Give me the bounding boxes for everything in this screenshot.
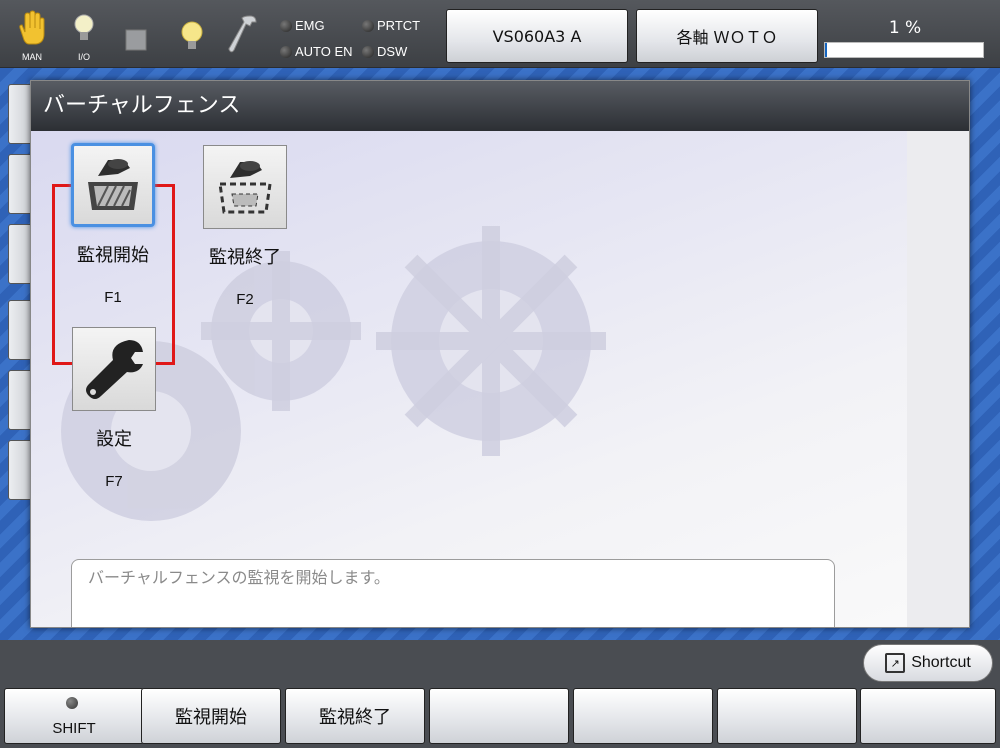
f6-key[interactable]: [860, 688, 996, 744]
shift-label: SHIFT: [52, 720, 96, 737]
start-monitoring-tile[interactable]: [71, 143, 155, 227]
auto-en-indicator: AUTO EN: [280, 44, 353, 59]
prtct-led-icon: [362, 19, 374, 32]
start-monitoring-key: F1: [104, 289, 122, 306]
settings-label: 設定: [96, 429, 132, 450]
shift-led-icon: [66, 697, 78, 709]
lightbulb-icon: [74, 14, 94, 40]
io-indicator[interactable]: I/O: [64, 10, 104, 62]
emg-led-icon: [280, 19, 292, 32]
stop-monitoring-label: 監視終了: [209, 247, 281, 268]
stop-monitoring-key: F2: [236, 291, 254, 308]
robot-fence-start-icon: [88, 159, 138, 210]
lightbulb-on-icon: [181, 21, 203, 49]
io-label: I/O: [77, 52, 90, 62]
auto-en-led-icon: [280, 45, 292, 58]
robot-model-button[interactable]: VS060A3 A: [446, 9, 628, 63]
status-bar: MAN I/O EMG PRTCT AUTO EN DSW VS060A3 A …: [0, 0, 1000, 68]
function-key-bar: ↗ Shortcut SHIFT 監視開始 監視終了: [0, 640, 1000, 748]
start-monitoring-label: 監視開始: [77, 245, 149, 266]
dialog-body: 監視開始 F1 監視終了 F2 設定 F7 バーチャルフェンスの監視を開始します…: [31, 131, 969, 627]
settings-button[interactable]: 設定 F7: [59, 327, 169, 490]
settings-tile[interactable]: [72, 327, 156, 411]
shortcut-arrow-icon: ↗: [885, 653, 906, 673]
speed-bar-fill: [825, 43, 827, 57]
f1-key[interactable]: 監視開始: [141, 688, 281, 744]
shortcut-label: Shortcut: [911, 654, 971, 671]
message-box: バーチャルフェンスの監視を開始します。: [71, 559, 835, 627]
coordinate-mode-button[interactable]: 各軸 ＷＯＴＯ: [636, 9, 818, 63]
stop-monitoring-button[interactable]: 監視終了 F2: [190, 145, 300, 308]
prtct-label: PRTCT: [377, 18, 421, 33]
dialog-title: バーチャルフェンス: [31, 81, 969, 131]
dsw-label: DSW: [377, 44, 408, 59]
stop-square-icon: [125, 29, 147, 51]
emg-label: EMG: [295, 18, 325, 33]
emg-indicator: EMG: [280, 18, 325, 33]
dialog-side-panel: [907, 131, 969, 627]
f2-key[interactable]: 監視終了: [285, 688, 425, 744]
settings-key: F7: [105, 473, 123, 490]
prtct-indicator: PRTCT: [362, 18, 420, 33]
manual-mode-indicator[interactable]: MAN: [12, 10, 52, 62]
shift-key[interactable]: SHIFT: [4, 688, 144, 744]
stop-monitoring-tile[interactable]: [203, 145, 287, 229]
wrench-icon: [228, 15, 257, 53]
f3-key[interactable]: [429, 688, 569, 744]
virtual-fence-dialog: バーチャルフェンス 監視開始 F1 監視終了 F2 設定 F7 バーチャルフェン…: [30, 80, 970, 628]
maintenance-indicator[interactable]: [222, 10, 262, 62]
mode-label: MAN: [22, 52, 42, 62]
wrench-icon: [86, 340, 143, 399]
dsw-led-icon: [362, 45, 374, 58]
stop-indicator[interactable]: [116, 10, 156, 62]
f4-key[interactable]: [573, 688, 713, 744]
dsw-indicator: DSW: [362, 44, 407, 59]
hand-icon: [19, 10, 45, 45]
start-monitoring-button[interactable]: 監視開始 F1: [58, 143, 168, 306]
f5-key[interactable]: [717, 688, 857, 744]
lamp-indicator[interactable]: [172, 10, 212, 62]
shortcut-button[interactable]: ↗ Shortcut: [863, 644, 993, 682]
speed-label: 1 %: [888, 18, 922, 38]
auto-en-label: AUTO EN: [295, 44, 353, 59]
speed-bar[interactable]: [824, 42, 984, 58]
robot-fence-stop-icon: [218, 161, 272, 214]
